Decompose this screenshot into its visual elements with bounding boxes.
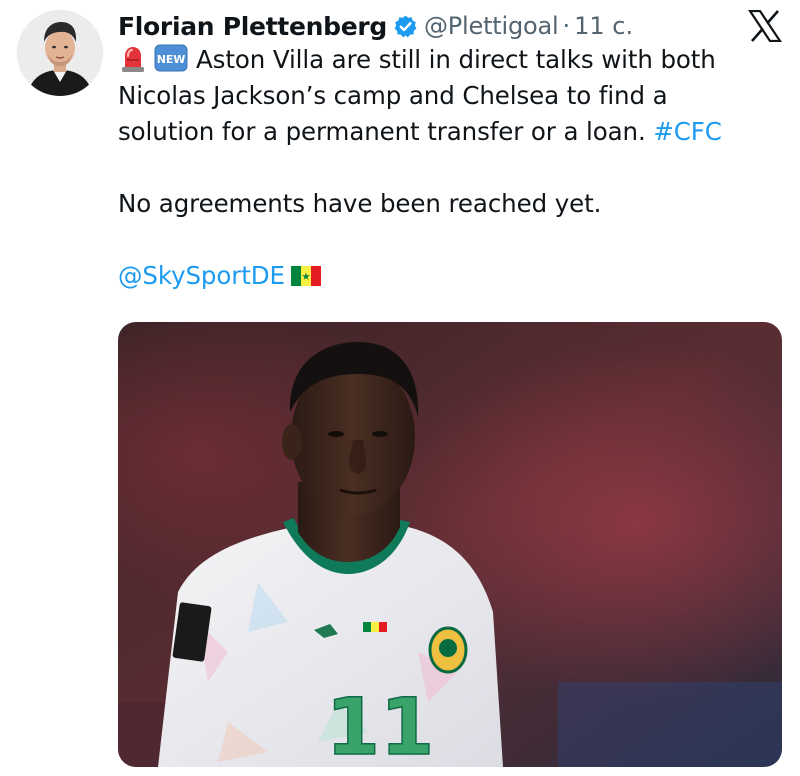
jersey-number: 11 (326, 683, 435, 767)
verified-badge-icon (393, 14, 418, 39)
x-logo-icon[interactable] (747, 9, 783, 43)
timestamp[interactable]: 11 c. (574, 12, 633, 40)
tweet-card[interactable]: Florian Plettenberg @Plettigoal · 11 c. (0, 0, 800, 776)
hashtag-link[interactable]: #CFC (653, 117, 722, 146)
tweet-header: Florian Plettenberg @Plettigoal · 11 c. (118, 6, 633, 46)
separator-dot: · (562, 12, 571, 40)
mention-link[interactable]: @SkySportDE (118, 261, 285, 290)
tweet-media-photo[interactable]: 11 (118, 322, 782, 767)
tweet-line-4: No agreements have been reached yet. (118, 189, 602, 218)
tweet-line-5: @SkySportDE (118, 258, 788, 294)
tweet-text: NEW Aston Villa are still in direct talk… (118, 42, 788, 294)
tweet-text-line1: Aston Villa are still in direct talks wi… (196, 45, 716, 74)
tweet-line-2: Nicolas Jackson’s camp and Chelsea to fi… (118, 81, 668, 110)
author-name[interactable]: Florian Plettenberg (118, 12, 387, 41)
author-handle[interactable]: @Plettigoal (424, 12, 559, 40)
senegal-flag-emoji (290, 260, 321, 286)
police-light-emoji (118, 43, 148, 73)
avatar[interactable] (17, 10, 103, 96)
tweet-line-1: NEW Aston Villa are still in direct talk… (118, 42, 788, 78)
new-emoji-label: NEW (157, 53, 186, 66)
tweet-line-3: solution for a permanent transfer or a l… (118, 114, 788, 150)
tweet-text-line3: solution for a permanent transfer or a l… (118, 117, 654, 146)
new-button-emoji: NEW (154, 43, 188, 73)
